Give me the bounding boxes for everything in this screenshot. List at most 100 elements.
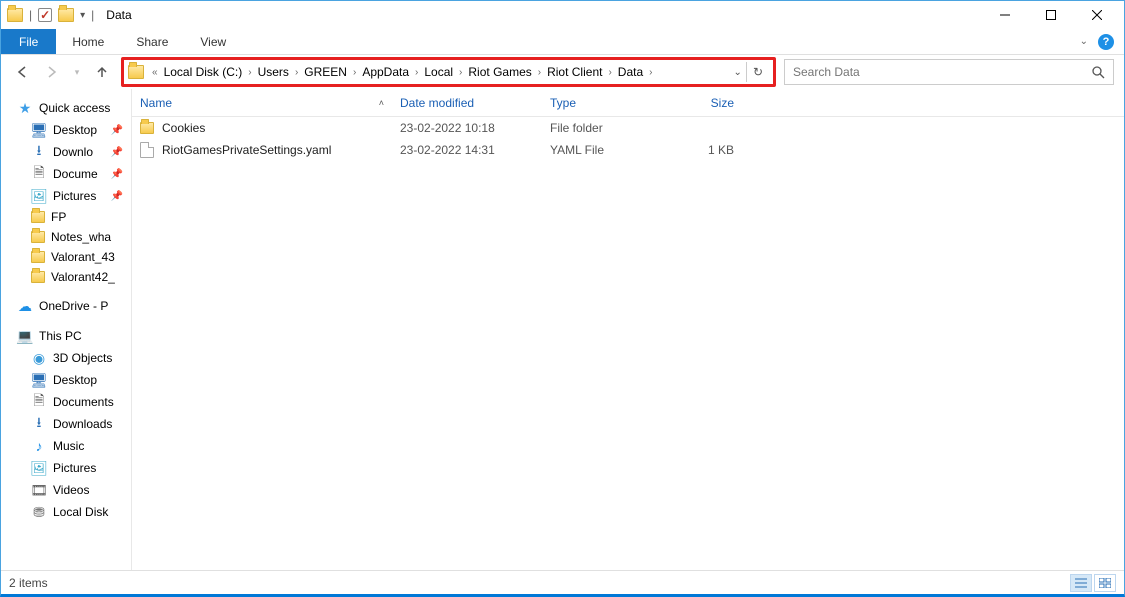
chevron-right-icon[interactable]: › <box>413 67 420 78</box>
chevron-right-icon[interactable]: › <box>246 67 253 78</box>
view-tab[interactable]: View <box>184 29 242 54</box>
file-row[interactable]: RiotGamesPrivateSettings.yaml 23-02-2022… <box>132 139 1124 161</box>
sidebar-item-label: Pictures <box>53 461 96 475</box>
back-button[interactable] <box>11 61 33 83</box>
search-box[interactable] <box>784 59 1114 85</box>
breadcrumb-item[interactable]: Riot Games <box>464 60 535 84</box>
file-tab[interactable]: File <box>1 29 56 54</box>
disk-icon: ⛃ <box>31 504 47 520</box>
sidebar-item-downloads2[interactable]: ⭳ Downloads <box>1 413 131 435</box>
chevron-right-icon[interactable]: › <box>351 67 358 78</box>
sidebar-onedrive[interactable]: ☁ OneDrive - P <box>1 295 131 317</box>
sidebar-item-label: OneDrive - P <box>39 299 108 313</box>
help-icon[interactable]: ? <box>1098 34 1114 50</box>
sidebar-item-notes[interactable]: Notes_wha <box>1 227 131 247</box>
up-button[interactable] <box>91 61 113 83</box>
sidebar-item-music[interactable]: ♪ Music <box>1 435 131 457</box>
column-header-name[interactable]: Name ˄ <box>132 96 392 110</box>
onedrive-icon: ☁ <box>17 298 33 314</box>
recent-dropdown[interactable]: ▾ <box>71 61 83 83</box>
breadcrumb-item[interactable]: Local <box>420 60 457 84</box>
ribbon-tabs: File Home Share View ⌄ ? <box>1 29 1124 55</box>
details-view-button[interactable] <box>1070 574 1092 592</box>
sidebar-item-label: Music <box>53 439 84 453</box>
pin-icon: 📌 <box>111 125 127 136</box>
qat-dropdown[interactable]: ▾ <box>80 10 85 21</box>
sidebar-item-label: Desktop <box>53 123 97 137</box>
music-icon: ♪ <box>31 438 47 454</box>
sidebar-item-fp[interactable]: FP <box>1 207 131 227</box>
sidebar-item-label: FP <box>51 210 66 224</box>
search-input[interactable] <box>793 65 1091 79</box>
pin-icon: 📌 <box>111 191 127 202</box>
file-date: 23-02-2022 14:31 <box>392 143 542 157</box>
pin-icon: 📌 <box>111 147 127 158</box>
sidebar-item-valorant42[interactable]: Valorant42_ <box>1 267 131 287</box>
sidebar-item-videos[interactable]: 🎞 Videos <box>1 479 131 501</box>
sidebar-quick-access[interactable]: ★ Quick access <box>1 97 131 119</box>
minimize-button[interactable] <box>982 1 1028 29</box>
objects3d-icon: ◉ <box>31 350 47 366</box>
sidebar-item-label: 3D Objects <box>53 351 112 365</box>
minimize-icon <box>1000 10 1010 20</box>
refresh-button[interactable]: ↻ <box>746 62 769 82</box>
navigation-pane[interactable]: ★ Quick access 🖥 Desktop 📌 ⭳ Downlo 📌 🗎 … <box>1 89 131 570</box>
folder-icon <box>31 211 45 223</box>
column-header-type[interactable]: Type <box>542 96 662 110</box>
close-icon <box>1092 10 1102 20</box>
sidebar-item-downloads[interactable]: ⭳ Downlo 📌 <box>1 141 131 163</box>
sidebar-this-pc[interactable]: 💻 This PC <box>1 325 131 347</box>
file-icon <box>140 142 154 158</box>
breadcrumb-item[interactable]: Riot Client <box>543 60 606 84</box>
sidebar-item-3dobjects[interactable]: ◉ 3D Objects <box>1 347 131 369</box>
qat-separator-2: | <box>91 8 94 22</box>
column-header-date[interactable]: Date modified <box>392 96 542 110</box>
video-icon: 🎞 <box>31 482 47 498</box>
download-icon: ⭳ <box>31 144 47 160</box>
ribbon-collapse-icon[interactable]: ⌄ <box>1080 36 1088 47</box>
address-bar[interactable]: « Local Disk (C:)› Users› GREEN› AppData… <box>124 60 773 84</box>
breadcrumb-item[interactable]: AppData <box>358 60 413 84</box>
sort-ascending-icon: ˄ <box>379 98 384 108</box>
sidebar-item-label: Local Disk <box>53 505 108 519</box>
chevron-right-icon[interactable]: › <box>647 67 654 78</box>
sidebar-item-desktop2[interactable]: 🖥 Desktop <box>1 369 131 391</box>
sidebar-item-desktop[interactable]: 🖥 Desktop 📌 <box>1 119 131 141</box>
qat-properties-icon[interactable]: ✓ <box>38 8 52 22</box>
sidebar-item-pictures[interactable]: 🖼 Pictures 📌 <box>1 185 131 207</box>
sidebar-item-documents2[interactable]: 🗎 Documents <box>1 391 131 413</box>
sidebar-item-label: Notes_wha <box>51 230 111 244</box>
home-tab[interactable]: Home <box>56 29 120 54</box>
qat-folder-icon[interactable] <box>58 8 74 22</box>
file-row[interactable]: Cookies 23-02-2022 10:18 File folder <box>132 117 1124 139</box>
chevron-right-icon[interactable]: › <box>457 67 464 78</box>
pictures-icon: 🖼 <box>31 188 47 204</box>
maximize-button[interactable] <box>1028 1 1074 29</box>
breadcrumb-item[interactable]: GREEN <box>300 60 351 84</box>
folder-icon <box>7 8 23 22</box>
search-icon[interactable] <box>1091 65 1105 79</box>
chevron-right-icon[interactable]: › <box>293 67 300 78</box>
large-icons-view-button[interactable] <box>1094 574 1116 592</box>
share-tab[interactable]: Share <box>120 29 184 54</box>
sidebar-item-valorant43[interactable]: Valorant_43 <box>1 247 131 267</box>
forward-button[interactable] <box>41 61 63 83</box>
breadcrumb-overflow[interactable]: « <box>150 67 160 78</box>
breadcrumb-item[interactable]: Users <box>254 60 293 84</box>
sidebar-item-label: This PC <box>39 329 82 343</box>
pin-icon: 📌 <box>111 169 127 180</box>
sidebar-item-localdisk[interactable]: ⛃ Local Disk <box>1 501 131 523</box>
sidebar-item-pictures2[interactable]: 🖼 Pictures <box>1 457 131 479</box>
chevron-right-icon[interactable]: › <box>606 67 613 78</box>
sidebar-item-documents[interactable]: 🗎 Docume 📌 <box>1 163 131 185</box>
column-header-size[interactable]: Size <box>662 96 742 110</box>
address-dropdown[interactable]: ⌄ <box>734 67 742 78</box>
chevron-right-icon[interactable]: › <box>536 67 543 78</box>
file-list[interactable]: Cookies 23-02-2022 10:18 File folder Rio… <box>132 117 1124 570</box>
folder-icon <box>31 231 45 243</box>
breadcrumb-item[interactable]: Local Disk (C:) <box>160 60 247 84</box>
breadcrumb-item[interactable]: Data <box>614 60 647 84</box>
sidebar-item-label: Videos <box>53 483 89 497</box>
download-icon: ⭳ <box>31 416 47 432</box>
close-button[interactable] <box>1074 1 1120 29</box>
